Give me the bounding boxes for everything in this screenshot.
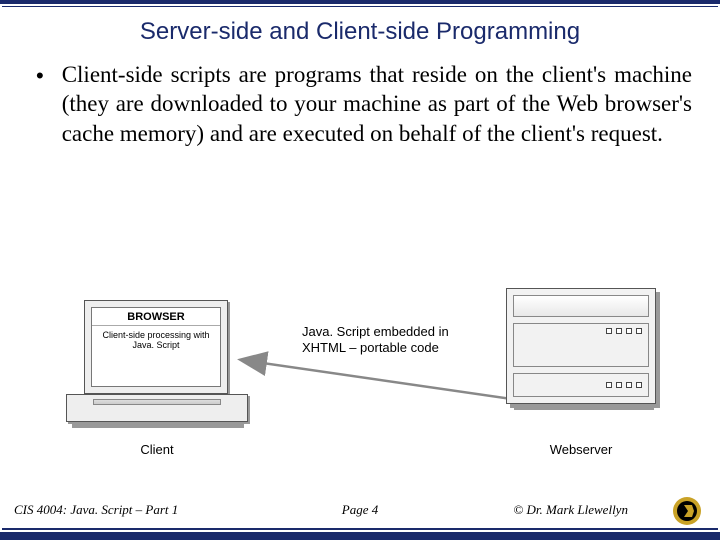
client-caption: Client — [66, 442, 248, 457]
laptop-under-shadow — [72, 422, 244, 428]
arrow-label: Java. Script embedded in XHTML – portabl… — [302, 324, 492, 355]
server-drive-bay — [513, 295, 649, 317]
slide-title: Server-side and Client-side Programming — [10, 10, 710, 60]
server-indicator-lights — [606, 382, 642, 388]
bullet-marker: • — [36, 60, 44, 148]
browser-desc: Client-side processing with Java. Script — [92, 326, 220, 386]
server-caption: Webserver — [506, 442, 656, 457]
laptop-screen-frame: BROWSER Client-side processing with Java… — [84, 300, 228, 394]
footer-course: CIS 4004: Java. Script – Part 1 — [14, 502, 245, 518]
bullet-text: Client-side scripts are programs that re… — [62, 60, 692, 148]
laptop-base — [66, 394, 248, 422]
server-panel-1 — [513, 323, 649, 367]
server-indicator-lights — [606, 328, 642, 334]
diagram: BROWSER Client-side processing with Java… — [10, 300, 710, 470]
footer-page: Page 4 — [245, 502, 476, 518]
browser-title: BROWSER — [92, 308, 220, 326]
laptop-screen-inner: BROWSER Client-side processing with Java… — [91, 307, 221, 387]
ucf-logo-icon — [672, 496, 702, 526]
laptop-keyboard — [93, 399, 221, 405]
server-under-shadow — [514, 404, 654, 410]
server-frame — [506, 288, 656, 404]
slide-content: Server-side and Client-side Programming … — [10, 10, 710, 526]
slide-footer: CIS 4004: Java. Script – Part 1 Page 4 ©… — [0, 494, 720, 526]
bullet-item: • Client-side scripts are programs that … — [36, 60, 692, 148]
server-panel-2 — [513, 373, 649, 397]
